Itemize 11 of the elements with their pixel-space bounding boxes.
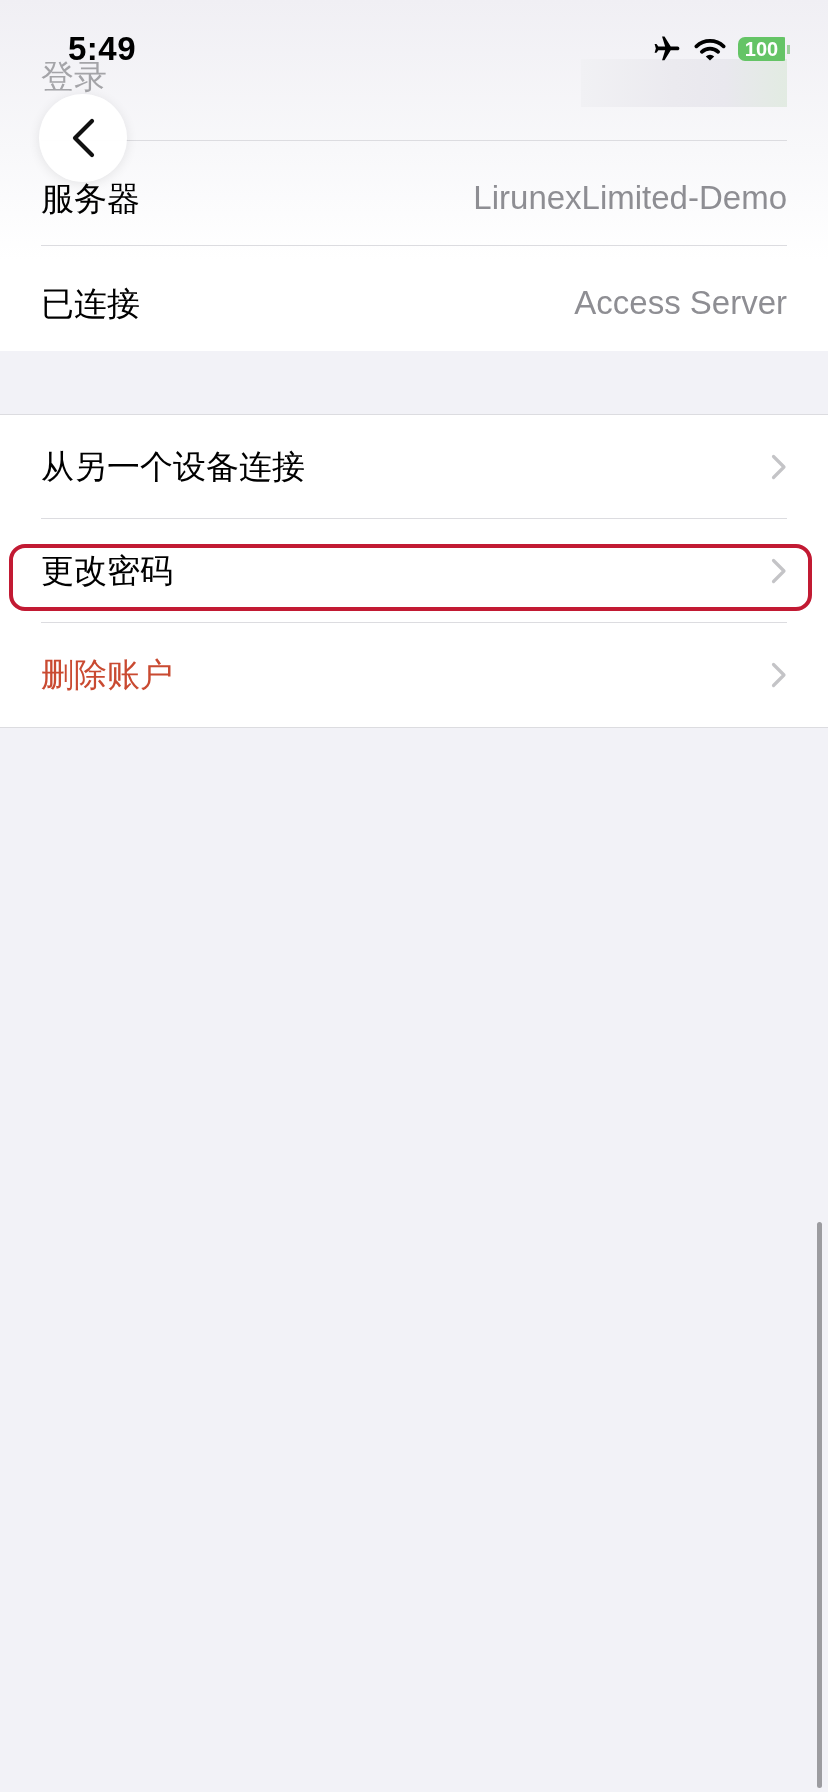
row-value: Access Server [574,285,787,322]
chevron-right-icon [771,662,787,688]
settings-row[interactable]: 删除账户 [0,623,828,727]
row-label: 服务器 [41,181,140,215]
row-label: 已连接 [41,287,140,320]
battery-indicator: 100 [738,37,790,61]
chevron-left-icon [70,118,96,158]
row-value: LirunexLimited-Demo [473,179,787,217]
chevron-right-icon [771,454,787,480]
wifi-icon [694,37,726,61]
chevron-right-icon [771,558,787,584]
